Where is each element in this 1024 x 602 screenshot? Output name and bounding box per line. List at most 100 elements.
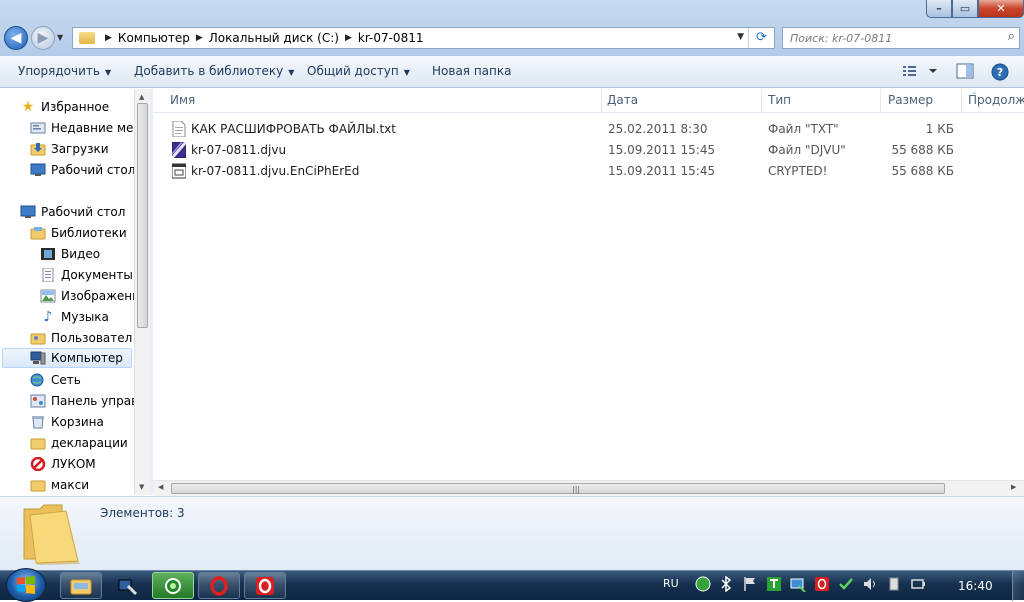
scroll-up-icon[interactable]: ▲ xyxy=(139,93,144,101)
scroll-left-icon[interactable]: ◀ xyxy=(158,483,163,491)
column-divider[interactable] xyxy=(880,89,881,113)
address-bar[interactable]: ▶ Компьютер ▶ Локальный диск (C:) ▶ kr-0… xyxy=(72,27,775,49)
nav-label: Недавние мест xyxy=(51,121,147,135)
items-count: Элементов: 3 xyxy=(100,506,185,520)
search-icon[interactable]: ⌕ xyxy=(1008,29,1015,44)
back-button[interactable]: ◀ xyxy=(4,26,28,50)
nav-label: Компьютер xyxy=(51,351,123,365)
breadcrumb-computer[interactable]: Компьютер xyxy=(118,31,190,45)
taskbar-opera-red-button[interactable] xyxy=(244,572,286,599)
column-name[interactable]: Имя xyxy=(170,93,195,107)
start-button[interactable] xyxy=(6,568,46,602)
scroll-right-icon[interactable]: ▶ xyxy=(1011,483,1016,491)
nav-computer[interactable]: Компьютер xyxy=(2,348,132,368)
folder-icon xyxy=(30,436,46,450)
minimize-button[interactable]: – xyxy=(926,0,952,18)
close-button[interactable]: ✕ xyxy=(978,0,1024,18)
security-check-icon[interactable] xyxy=(838,576,854,595)
breadcrumb-local-disk[interactable]: Локальный диск (C:) xyxy=(209,31,339,45)
search-input[interactable]: Поиск: kr-07-0811 ⌕ xyxy=(782,27,1020,49)
nav-downloads[interactable]: Загрузки xyxy=(30,139,109,159)
column-size[interactable]: Размер xyxy=(888,93,933,107)
opera-tray-icon[interactable] xyxy=(814,576,830,595)
address-history-dropdown-icon[interactable]: ▼ xyxy=(737,32,744,42)
computer-icon xyxy=(30,351,46,365)
nav-desktop-favorite[interactable]: Рабочий стол xyxy=(30,160,135,180)
nav-pictures[interactable]: Изображени xyxy=(40,286,140,306)
file-size: 55 688 КБ xyxy=(891,143,954,157)
add-to-library-button[interactable]: Добавить в библиотеку ▼ xyxy=(134,64,294,78)
nav-label: Рабочий стол xyxy=(51,163,136,177)
organize-button[interactable]: Упорядочить ▼ xyxy=(18,64,111,78)
nav-recent-places[interactable]: Недавние мест xyxy=(30,118,147,138)
language-indicator[interactable]: RU xyxy=(663,577,679,590)
network-status-icon[interactable] xyxy=(790,576,806,595)
column-date[interactable]: Дата xyxy=(607,93,638,107)
column-type[interactable]: Тип xyxy=(768,93,791,107)
chevron-right-icon[interactable]: ▶ xyxy=(196,33,203,43)
scrollbar-thumb[interactable] xyxy=(137,103,148,328)
breadcrumb-current-folder[interactable]: kr-07-0811 xyxy=(358,31,424,45)
taskbar-active-app-button[interactable] xyxy=(152,572,194,599)
nav-favorites[interactable]: ★ Избранное xyxy=(20,97,109,117)
column-divider[interactable] xyxy=(961,89,962,113)
nav-documents[interactable]: Документы xyxy=(40,265,133,285)
view-options-icon[interactable] xyxy=(902,63,942,82)
nav-declarations[interactable]: декларации xyxy=(30,433,128,453)
new-folder-button[interactable]: Новая папка xyxy=(432,64,511,78)
nav-music[interactable]: ♪ Музыка xyxy=(40,307,109,327)
nav-control-panel[interactable]: Панель управл xyxy=(30,391,146,411)
svg-text:?: ? xyxy=(997,66,1003,79)
help-icon[interactable]: ? xyxy=(991,63,1009,84)
file-date: 15.09.2011 15:45 xyxy=(608,164,716,178)
system-clock[interactable]: 16:40 xyxy=(958,579,993,593)
bluetooth-icon[interactable] xyxy=(720,575,732,595)
nav-maksi[interactable]: макси xyxy=(30,475,89,495)
tools-icon xyxy=(118,579,138,595)
navigation-scrollbar[interactable]: ▲ ▼ xyxy=(134,89,150,495)
nav-lukom[interactable]: ЛУКОМ xyxy=(30,454,96,474)
chevron-right-icon[interactable]: ▶ xyxy=(345,33,352,43)
nav-recycle-bin[interactable]: Корзина xyxy=(30,412,104,432)
nav-video[interactable]: Видео xyxy=(40,244,100,264)
scroll-down-icon[interactable]: ▼ xyxy=(139,483,144,491)
taskbar-opera-button[interactable] xyxy=(198,572,240,599)
column-duration[interactable]: Продолжи xyxy=(968,93,1024,107)
file-row[interactable]: КАК РАСШИФРОВАТЬ ФАЙЛЫ.txt 25.02.2011 8:… xyxy=(153,119,983,139)
power-icon[interactable] xyxy=(910,576,926,595)
horizontal-scrollbar[interactable]: ◀ ||| ▶ xyxy=(153,480,1024,496)
nav-libraries[interactable]: Библиотеки xyxy=(30,223,127,243)
windows-logo-icon xyxy=(17,576,35,594)
show-desktop-button[interactable] xyxy=(1012,571,1024,601)
nav-user-folder[interactable]: Пользовател xyxy=(30,328,132,348)
usb-device-icon[interactable] xyxy=(886,576,902,595)
flag-icon[interactable] xyxy=(742,576,758,595)
chevron-down-icon: ▼ xyxy=(403,68,410,77)
file-row[interactable]: kr-07-0811.djvu 15.09.2011 15:45 Файл "D… xyxy=(153,140,983,160)
maximize-button[interactable]: ▭ xyxy=(952,0,978,18)
nav-network[interactable]: Сеть xyxy=(30,370,81,390)
refresh-icon[interactable]: ⟳ xyxy=(748,28,774,48)
torrent-icon[interactable] xyxy=(766,576,782,595)
antivirus-tray-icon[interactable] xyxy=(695,576,711,595)
column-divider[interactable] xyxy=(761,89,762,113)
title-bar: – ▭ ✕ ◀ ▶ ▼ ▶ Компьютер ▶ Локальный диск… xyxy=(0,0,1024,56)
nav-desktop[interactable]: Рабочий стол xyxy=(20,202,125,222)
taskbar-tools-button[interactable] xyxy=(106,572,148,599)
navigation-pane: ★ Избранное Недавние мест Загрузки Рабочи… xyxy=(0,89,150,495)
column-divider[interactable] xyxy=(601,89,602,113)
recent-pages-dropdown-icon[interactable]: ▼ xyxy=(57,33,63,42)
file-row[interactable]: kr-07-0811.djvu.EnCiPhErEd 15.09.2011 15… xyxy=(153,161,983,181)
preview-pane-icon[interactable] xyxy=(956,63,974,82)
share-button[interactable]: Общий доступ ▼ xyxy=(307,64,410,78)
opera-red-icon xyxy=(256,576,274,595)
taskbar-explorer-button[interactable] xyxy=(60,572,102,599)
forward-button[interactable]: ▶ xyxy=(31,26,55,50)
user-folder-icon xyxy=(30,331,46,345)
chevron-right-icon[interactable]: ▶ xyxy=(105,33,112,43)
scrollbar-thumb[interactable]: ||| xyxy=(171,483,945,494)
music-icon: ♪ xyxy=(43,309,53,325)
volume-icon[interactable] xyxy=(862,576,878,595)
nav-label: декларации xyxy=(51,436,128,450)
network-icon xyxy=(30,373,46,387)
